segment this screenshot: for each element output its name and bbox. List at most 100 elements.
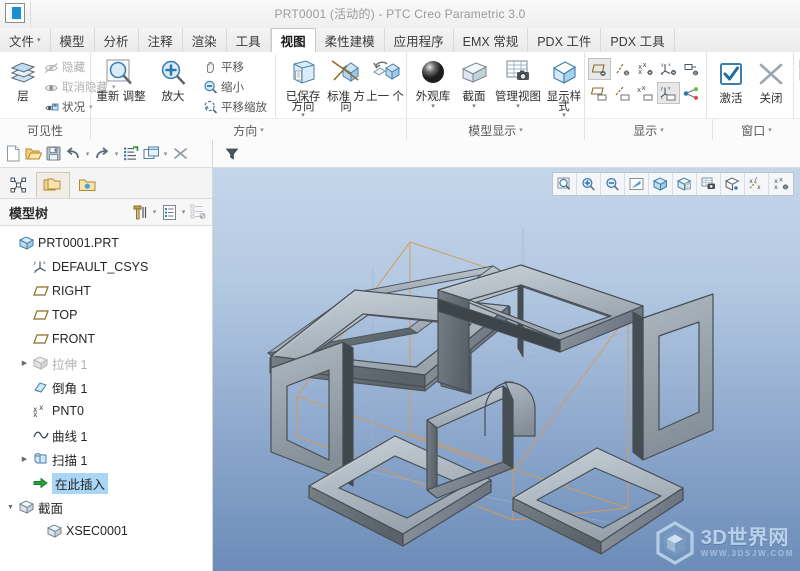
- svg-text:x: x: [643, 62, 647, 69]
- plane-tag-icon[interactable]: [588, 82, 611, 104]
- tab-file[interactable]: 文件 ▾: [0, 28, 51, 52]
- section-caret[interactable]: ▾: [472, 103, 476, 110]
- appearance-gallery-button[interactable]: 外观库 ▾: [411, 55, 455, 110]
- tree-node[interactable]: ▼ 截面: [0, 495, 212, 519]
- tree-expand-arrow[interactable]: ▼: [4, 504, 17, 511]
- vp-refit-button[interactable]: [553, 173, 577, 195]
- display-style-button[interactable]: 显示样 式 ▾: [543, 55, 585, 119]
- tree-node[interactable]: x x x PNT0: [0, 399, 212, 423]
- tree-node[interactable]: 倒角 1: [0, 375, 212, 399]
- manage-views-button[interactable]: 管理视图 ▾: [493, 55, 543, 110]
- tab-render[interactable]: 渲染: [183, 28, 227, 52]
- vp-repaint-button[interactable]: [625, 173, 649, 195]
- tab-tools[interactable]: 工具: [227, 28, 271, 52]
- refit-button[interactable]: 重新 调整: [95, 55, 147, 103]
- point-tag-icon[interactable]: x x: [634, 82, 657, 104]
- tab-pdx-part[interactable]: PDX 工件: [528, 28, 602, 52]
- layers-button[interactable]: 层: [4, 55, 42, 103]
- section-button[interactable]: 截面 ▾: [455, 55, 493, 110]
- annotation-display-icon[interactable]: [680, 58, 703, 80]
- filter-funnel-icon[interactable]: [225, 147, 239, 161]
- redo-dropdown[interactable]: ▾: [112, 150, 121, 158]
- undo-button[interactable]: [63, 143, 83, 165]
- tab-annotate[interactable]: 注释: [139, 28, 183, 52]
- tree-node[interactable]: ▶ 扫描 1: [0, 447, 212, 471]
- vp-zoom-out-button[interactable]: [601, 173, 625, 195]
- pan-zoom-button[interactable]: 平移缩放: [201, 97, 269, 117]
- group-label-display-caret[interactable]: ▾: [660, 126, 664, 134]
- viewport-filter-strip: [213, 140, 800, 168]
- tab-view[interactable]: 视图: [270, 28, 316, 53]
- axis-tag-icon[interactable]: [611, 82, 634, 104]
- spin-center-icon[interactable]: [680, 82, 703, 104]
- tree-node[interactable]: ▶ 拉伸 1: [0, 351, 212, 375]
- new-button[interactable]: [3, 143, 23, 165]
- tree-node[interactable]: TOP: [0, 303, 212, 327]
- tree-filter-icon[interactable]: [188, 202, 208, 222]
- point-display-icon[interactable]: x x x: [634, 58, 657, 80]
- model-tree[interactable]: PRT0001.PRT y x z DEFAULT_CSYS RIGHT TOP FRONT ▶…: [0, 226, 213, 571]
- tab-analysis-label: 分析: [103, 34, 129, 49]
- vp-zoom-in-button[interactable]: [577, 173, 601, 195]
- group-label-window-caret[interactable]: ▾: [768, 126, 772, 134]
- nav-tab-favorites[interactable]: [70, 172, 104, 198]
- tab-model[interactable]: 模型: [51, 28, 95, 52]
- nav-tab-folder-browser[interactable]: [36, 172, 70, 198]
- manage-views-caret[interactable]: ▾: [516, 103, 520, 110]
- csys-display-icon[interactable]: y x z: [657, 58, 680, 80]
- pan-button[interactable]: 平移: [201, 57, 269, 77]
- tab-emx-general[interactable]: EMX 常规: [454, 28, 529, 52]
- standard-orientation-button[interactable]: 标准 方向: [326, 55, 366, 113]
- previous-view-button[interactable]: 上一 个: [366, 55, 404, 103]
- saved-orientation-button[interactable]: 已保存 方向 ▾: [280, 55, 326, 119]
- vp-datum-display-button[interactable]: x / x: [745, 173, 769, 195]
- tree-node[interactable]: PRT0001.PRT: [0, 231, 212, 255]
- group-label-model-display-caret[interactable]: ▾: [519, 126, 523, 134]
- tree-node[interactable]: RIGHT: [0, 279, 212, 303]
- window-dropdown[interactable]: ▾: [161, 150, 170, 158]
- tree-columns-dropdown[interactable]: ▾: [179, 208, 188, 216]
- appearance-camera-icon: [701, 177, 716, 191]
- graphics-viewport[interactable]: x / x x x x 3D世界网 WWW.3DSJW.COM: [213, 168, 800, 571]
- vp-display-style-button[interactable]: [721, 173, 745, 195]
- save-button[interactable]: [43, 143, 63, 165]
- vp-saved-orientation-button[interactable]: [649, 173, 673, 195]
- close-button[interactable]: 关闭: [751, 57, 791, 105]
- tab-pdx-tools[interactable]: PDX 工具: [601, 28, 675, 52]
- appearance-gallery-caret[interactable]: ▾: [431, 103, 435, 110]
- plane-display-icon[interactable]: [588, 58, 611, 80]
- zoom-in-button[interactable]: 放大: [147, 55, 199, 103]
- tree-expand-arrow[interactable]: ▶: [18, 359, 31, 367]
- activate-button[interactable]: 激活: [711, 57, 751, 105]
- nav-tab-model-tree[interactable]: [2, 172, 36, 198]
- open-button[interactable]: [23, 143, 43, 165]
- appearance-gallery-icon: [417, 57, 449, 91]
- tab-analysis[interactable]: 分析: [95, 28, 139, 52]
- tree-settings-dropdown[interactable]: ▾: [150, 208, 159, 216]
- vp-view-manager-button[interactable]: [673, 173, 697, 195]
- vp-appearance-button[interactable]: [697, 173, 721, 195]
- undo-dropdown[interactable]: ▾: [83, 150, 92, 158]
- vp-annotation-display-button[interactable]: xxx: [769, 173, 793, 195]
- tree-columns-icon[interactable]: [159, 202, 179, 222]
- tree-node[interactable]: y x z DEFAULT_CSYS: [0, 255, 212, 279]
- tree-node[interactable]: FRONT: [0, 327, 212, 351]
- tree-expand-arrow[interactable]: ▶: [18, 455, 31, 463]
- regenerate-button[interactable]: [121, 143, 141, 165]
- tree-node[interactable]: XSEC0001: [0, 519, 212, 543]
- close-window-button[interactable]: [170, 143, 190, 165]
- axis-display-icon[interactable]: [611, 58, 634, 80]
- tab-flexible-modeling[interactable]: 柔性建模: [316, 28, 385, 52]
- appearance-gallery-label: 外观库: [415, 91, 451, 103]
- tree-node[interactable]: 在此插入: [0, 471, 212, 495]
- tab-applications[interactable]: 应用程序: [385, 28, 454, 52]
- window-switch-button[interactable]: [141, 143, 161, 165]
- redo-button[interactable]: [92, 143, 112, 165]
- group-label-orientation-caret[interactable]: ▾: [260, 126, 264, 134]
- activate-label: 激活: [719, 93, 743, 105]
- zoom-out-button[interactable]: 缩小: [201, 77, 269, 97]
- tree-node[interactable]: 曲线 1: [0, 423, 212, 447]
- csys-tag-icon[interactable]: y x z: [657, 82, 680, 104]
- settings-hammer-icon[interactable]: [130, 202, 150, 222]
- tab-file-caret[interactable]: ▾: [37, 36, 41, 44]
